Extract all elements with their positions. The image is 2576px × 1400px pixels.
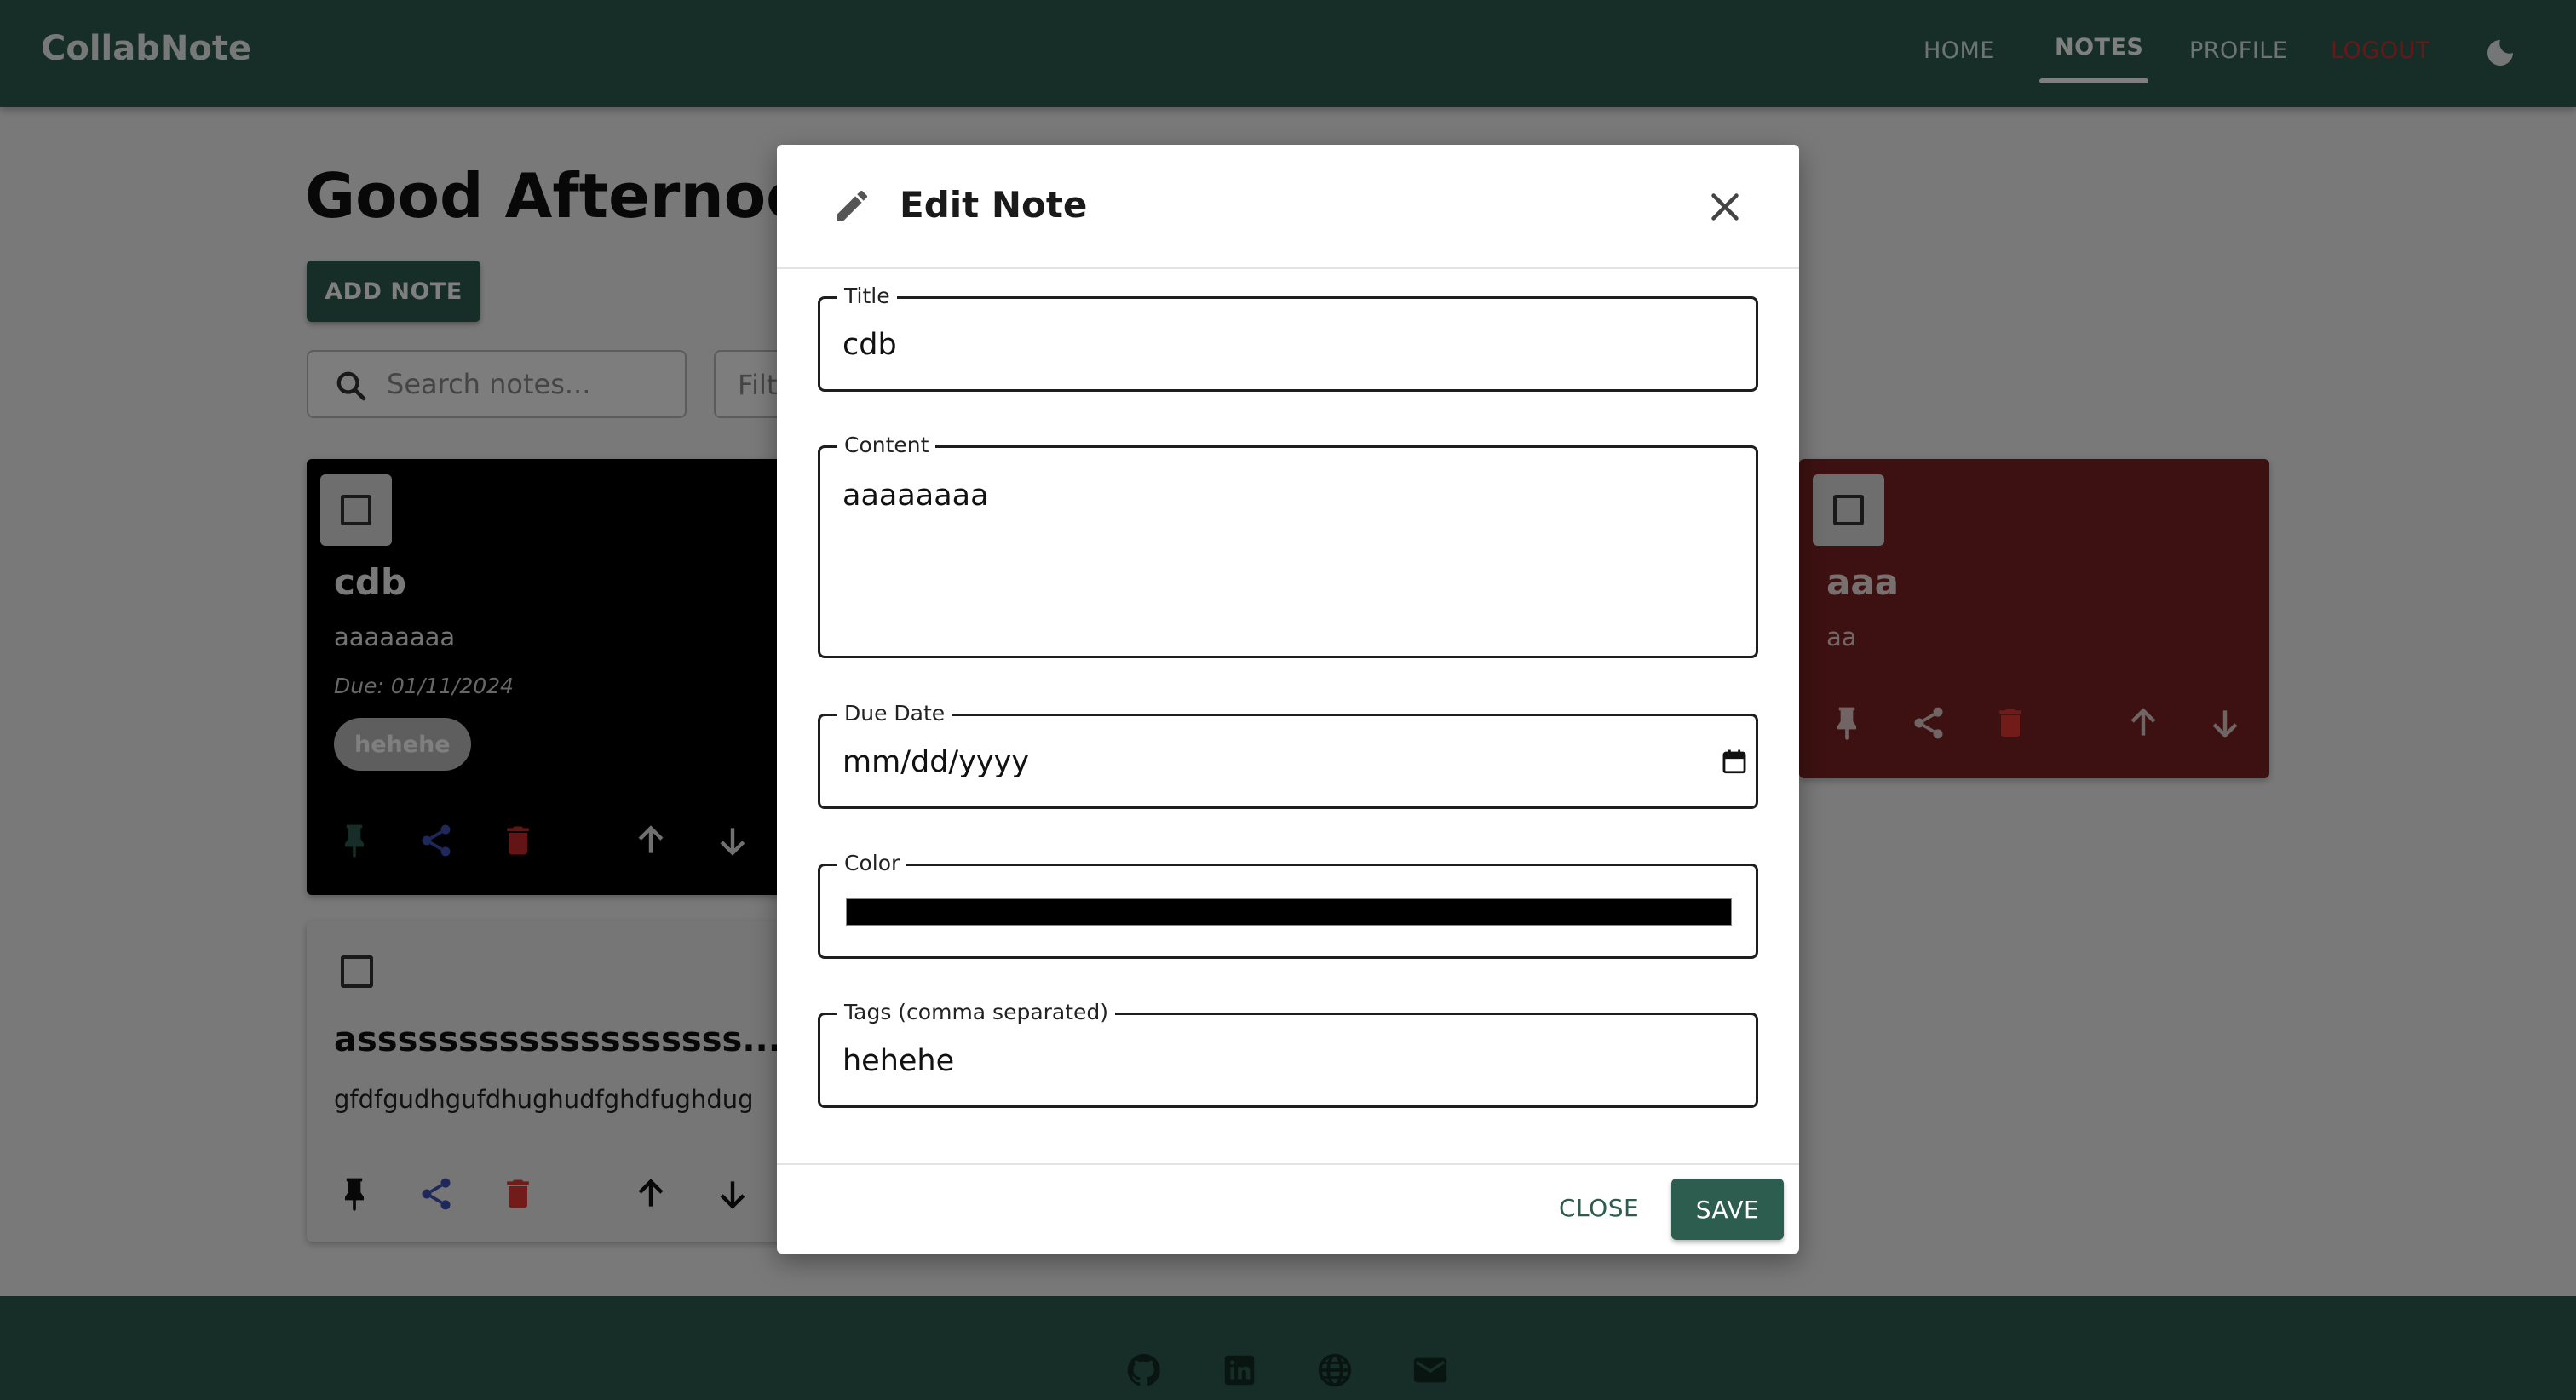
tags-field[interactable]: Tags (comma separated) hehehe: [818, 1000, 1758, 1108]
content-field-label: Content: [837, 433, 936, 457]
title-field-label: Title: [837, 284, 897, 308]
edit-note-dialog: Edit Note Title cdb Content aaaaaaaa Due…: [777, 145, 1799, 1254]
dialog-header: Edit Note: [777, 145, 1799, 269]
due-date-field-label: Due Date: [837, 701, 952, 726]
color-field[interactable]: Color: [818, 851, 1758, 959]
tags-input[interactable]: hehehe: [842, 1044, 954, 1078]
close-button[interactable]: CLOSE: [1559, 1194, 1639, 1222]
color-picker-swatch[interactable]: [846, 898, 1732, 926]
save-button[interactable]: SAVE: [1671, 1179, 1784, 1240]
title-field[interactable]: Title cdb: [818, 284, 1758, 392]
dialog-title: Edit Note: [900, 184, 1088, 226]
title-input[interactable]: cdb: [842, 328, 897, 362]
content-field[interactable]: Content aaaaaaaa: [818, 433, 1758, 658]
tags-field-label: Tags (comma separated): [837, 1000, 1116, 1024]
calendar-icon[interactable]: [1720, 747, 1749, 776]
due-date-field[interactable]: Due Date mm/dd/yyyy: [818, 701, 1758, 809]
due-date-input[interactable]: mm/dd/yyyy: [842, 745, 1029, 779]
close-icon[interactable]: [1705, 187, 1745, 227]
content-textarea[interactable]: aaaaaaaa: [842, 479, 989, 513]
pencil-icon: [837, 190, 867, 221]
color-field-label: Color: [837, 851, 907, 875]
dialog-actions: CLOSE SAVE: [777, 1163, 1799, 1254]
